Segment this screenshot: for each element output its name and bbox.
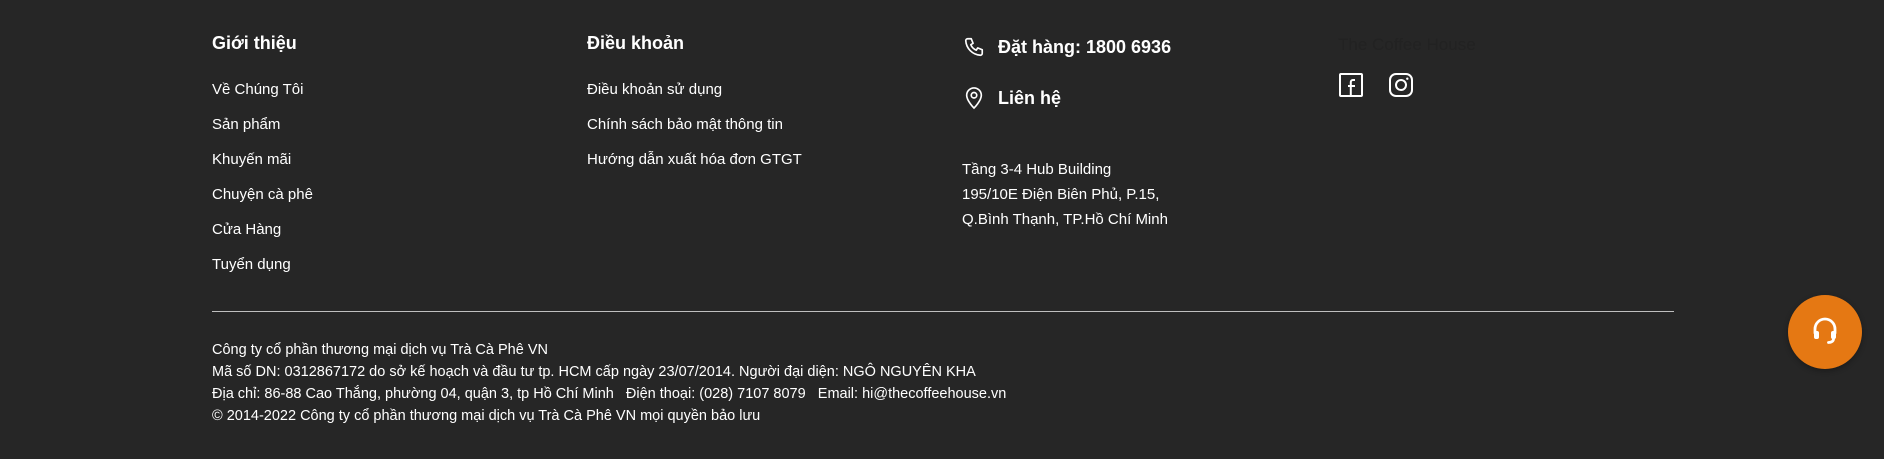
link-careers[interactable]: Tuyển dụng xyxy=(212,247,313,282)
link-stores[interactable]: Cửa Hàng xyxy=(212,212,313,247)
brand-name: The Coffee House xyxy=(1338,35,1476,54)
headset-icon xyxy=(1808,313,1842,352)
address-line-2: 195/10E Điện Biên Phủ, P.15, xyxy=(962,186,1160,203)
footer-column-terms: Điều khoản Điều khoản sử dụng Chính sách… xyxy=(587,30,802,177)
footer-divider xyxy=(212,311,1674,312)
location-pin-icon xyxy=(962,86,986,110)
terms-title: Điều khoản xyxy=(587,33,685,53)
contact-label: Liên hệ xyxy=(998,87,1062,108)
contact-link[interactable]: Liên hệ xyxy=(962,83,1171,113)
footer-column-brand: The Coffee House xyxy=(1338,30,1476,98)
terms-links: Điều khoản sử dụng Chính sách bảo mật th… xyxy=(587,72,802,177)
order-hotline[interactable]: Đặt hàng: 1800 6936 xyxy=(962,32,1171,62)
instagram-icon[interactable] xyxy=(1388,72,1414,98)
social-links xyxy=(1338,72,1476,98)
link-about-us[interactable]: Về Chúng Tôi xyxy=(212,72,313,107)
legal-company-name: Công ty cổ phần thương mại dịch vụ Trà C… xyxy=(212,342,548,358)
about-title: Giới thiệu xyxy=(212,33,297,53)
phone-icon xyxy=(962,35,986,59)
facebook-icon[interactable] xyxy=(1338,72,1364,98)
link-terms-of-use[interactable]: Điều khoản sử dụng xyxy=(587,72,802,107)
link-vat-invoice-guide[interactable]: Hướng dẫn xuất hóa đơn GTGT xyxy=(587,142,802,177)
office-address: Tầng 3-4 Hub Building 195/10E Điện Biên … xyxy=(962,157,1171,232)
support-chat-button[interactable] xyxy=(1788,295,1862,369)
footer-column-about: Giới thiệu Về Chúng Tôi Sản phẩm Khuyến … xyxy=(212,30,313,282)
legal-address-contact: Địa chỉ: 86-88 Cao Thắng, phường 04, quậ… xyxy=(212,386,1007,402)
order-hotline-text: Đặt hàng: 1800 6936 xyxy=(998,36,1172,57)
address-line-1: Tầng 3-4 Hub Building xyxy=(962,161,1112,178)
legal-copyright: © 2014-2022 Công ty cổ phần thương mại d… xyxy=(212,408,761,424)
link-coffee-stories[interactable]: Chuyện cà phê xyxy=(212,177,313,212)
address-line-3: Q.Bình Thạnh, TP.Hồ Chí Minh xyxy=(962,211,1168,228)
link-privacy-policy[interactable]: Chính sách bảo mật thông tin xyxy=(587,107,802,142)
footer-column-contact: Đặt hàng: 1800 6936 Liên hệ Tầng 3-4 Hub… xyxy=(962,30,1171,232)
link-products[interactable]: Sản phẩm xyxy=(212,107,313,142)
link-promotions[interactable]: Khuyến mãi xyxy=(212,142,313,177)
legal-registration: Mã số DN: 0312867172 do sở kế hoạch và đ… xyxy=(212,364,976,380)
company-legal-info: Công ty cổ phần thương mại dịch vụ Trà C… xyxy=(212,339,1006,427)
about-links: Về Chúng Tôi Sản phẩm Khuyến mãi Chuyện … xyxy=(212,72,313,282)
